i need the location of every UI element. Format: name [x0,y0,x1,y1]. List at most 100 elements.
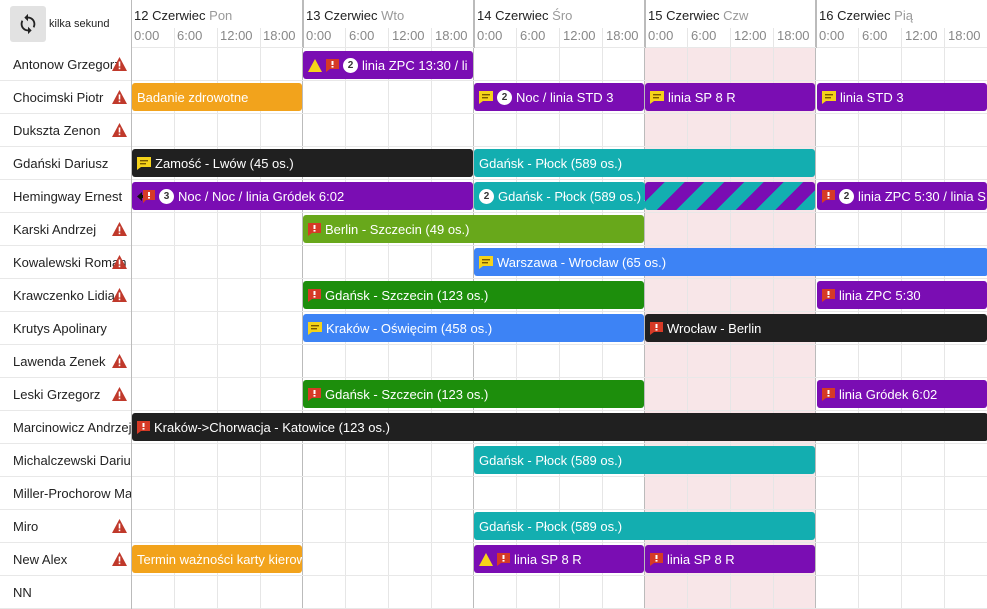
refresh-button[interactable] [10,6,46,42]
event-bar[interactable]: Gdańsk - Płock (589 os.) [474,512,815,540]
warning-icon [112,552,127,566]
alert-message-icon [497,552,510,566]
row-divider [132,179,987,180]
driver-row[interactable]: New Alex [0,543,131,576]
row-divider [132,377,987,378]
event-bar[interactable]: linia SP 8 R [474,545,644,573]
day-header-1: 12 Czerwiec Pon 0:00 6:00 12:00 18:00 [134,8,296,43]
event-bar[interactable]: Kraków->Chorwacja - Katowice (123 os.) [132,413,987,441]
event-bar[interactable]: Warszawa - Wrocław (65 os.) [474,248,987,276]
count-badge: 2 [839,188,854,204]
warning-icon [479,552,493,566]
event-bar-striped[interactable] [645,182,815,210]
driver-name: Gdański Dariusz [13,155,109,171]
warning-icon [112,222,127,236]
event-bar[interactable]: 2 linia ZPC 5:30 / linia S [817,182,987,210]
row-divider [132,575,987,576]
driver-row[interactable]: Miller-Prochorow Marek [0,477,131,510]
warning-icon [112,519,127,533]
alert-message-icon [137,420,150,434]
hour-divider [217,28,218,609]
row-divider [132,311,987,312]
event-bar[interactable]: Gdańsk - Płock (589 os.) [474,149,815,177]
event-bar[interactable]: linia SP 8 R [645,545,815,573]
driver-row[interactable]: Leski Grzegorz [0,378,131,411]
row-divider [132,212,987,213]
day-header-4: 15 Czerwiec Czw 0:00 6:00 12:00 18:00 [645,0,816,48]
row-divider [132,245,987,246]
driver-row[interactable]: Michalczewski Dariusz [0,444,131,477]
hour-divider [260,28,261,609]
event-bar[interactable]: Berlin - Szczecin (49 os.) [303,215,644,243]
driver-row[interactable]: Gdański Dariusz [0,147,131,180]
row-divider [132,443,987,444]
alert-message-icon [326,58,339,72]
note-icon [308,321,322,335]
day-header-3: 14 Czerwiec Śro 0:00 6:00 12:00 18:00 [474,0,645,48]
event-bar[interactable]: Gdańsk - Płock (589 os.) [474,446,815,474]
event-bar[interactable]: linia Gródek 6:02 [817,380,987,408]
driver-name: Marcinowicz Andrzej [13,419,131,435]
event-bar[interactable]: Wrocław - Berlin [645,314,987,342]
driver-row[interactable]: Marcinowicz Andrzej [0,411,131,444]
event-bar[interactable]: Termin ważności karty kierowcy [132,545,302,573]
driver-row[interactable]: Krawczenko Lidia [0,279,131,312]
row-divider [132,509,987,510]
event-bar[interactable]: 2 linia ZPC 13:30 / li [303,51,473,79]
driver-row[interactable]: Karski Andrzej [0,213,131,246]
warning-icon [112,57,127,71]
warning-icon [112,354,127,368]
row-divider [132,80,987,81]
driver-name: NN [13,584,32,600]
alert-message-icon [822,387,835,401]
event-bar[interactable]: linia STD 3 [817,83,987,111]
alert-message-icon [650,321,663,335]
count-badge: 2 [497,89,512,105]
warning-icon [308,58,322,72]
warning-icon [112,90,127,104]
driver-row[interactable]: Dukszta Zenon [0,114,131,147]
row-divider [132,278,987,279]
warning-icon [112,255,127,269]
row-divider [132,113,987,114]
driver-row[interactable]: Kowalewski Roman [0,246,131,279]
event-bar[interactable]: Zamość - Lwów (45 os.) [132,149,473,177]
event-bar[interactable]: 2 Noc / linia STD 3 [474,83,644,111]
event-bar[interactable]: Gdańsk - Szczecin (123 os.) [303,281,644,309]
driver-row[interactable]: Chocimski Piotr [0,81,131,114]
hour-divider [174,28,175,609]
alert-message-icon [308,387,321,401]
warning-icon [112,123,127,137]
warning-icon [112,288,127,302]
event-bar[interactable]: Badanie zdrowotne [132,83,302,111]
count-badge: 2 [343,57,358,73]
note-icon [479,255,493,269]
driver-row[interactable]: Miro [0,510,131,543]
driver-name: Michalczewski Dariusz [13,452,131,468]
event-bar[interactable]: linia SP 8 R [645,83,815,111]
driver-name: Miller-Prochorow Marek [13,485,131,501]
driver-row[interactable]: NN [0,576,131,609]
alert-message-icon [822,288,835,302]
driver-row[interactable]: Hemingway Ernest [0,180,131,213]
driver-row[interactable]: Antonow Grzegorz [0,48,131,81]
alert-message-icon [308,288,321,302]
event-bar[interactable]: linia ZPC 5:30 [817,281,987,309]
row-divider [132,146,987,147]
event-bar[interactable]: Gdańsk - Szczecin (123 os.) [303,380,644,408]
event-bar[interactable]: 2 Gdańsk - Płock (589 os.) / linia SP8 P… [474,182,645,210]
driver-row[interactable]: Lawenda Zenek [0,345,131,378]
driver-column: kilka sekund Antonow Grzegorz Chocimski P… [0,0,131,609]
row-divider [132,344,987,345]
row-divider [132,410,987,411]
schedule-grid[interactable]: 12 Czerwiec Pon 0:00 6:00 12:00 18:00 13… [131,0,987,609]
driver-name: Krutys Apolinary [13,320,107,336]
event-bar[interactable]: 3 Noc / Noc / linia Gródek 6:02 [132,182,473,210]
day-header-2: 13 Czerwiec Wto 0:00 6:00 12:00 18:00 [303,0,474,48]
event-bar[interactable]: Kraków - Oświęcim (458 os.) [303,314,644,342]
alert-message-icon [308,222,321,236]
day-divider [815,0,816,609]
row-divider [132,476,987,477]
last-refresh-label: kilka sekund [49,18,110,30]
driver-row[interactable]: Krutys Apolinary [0,312,131,345]
